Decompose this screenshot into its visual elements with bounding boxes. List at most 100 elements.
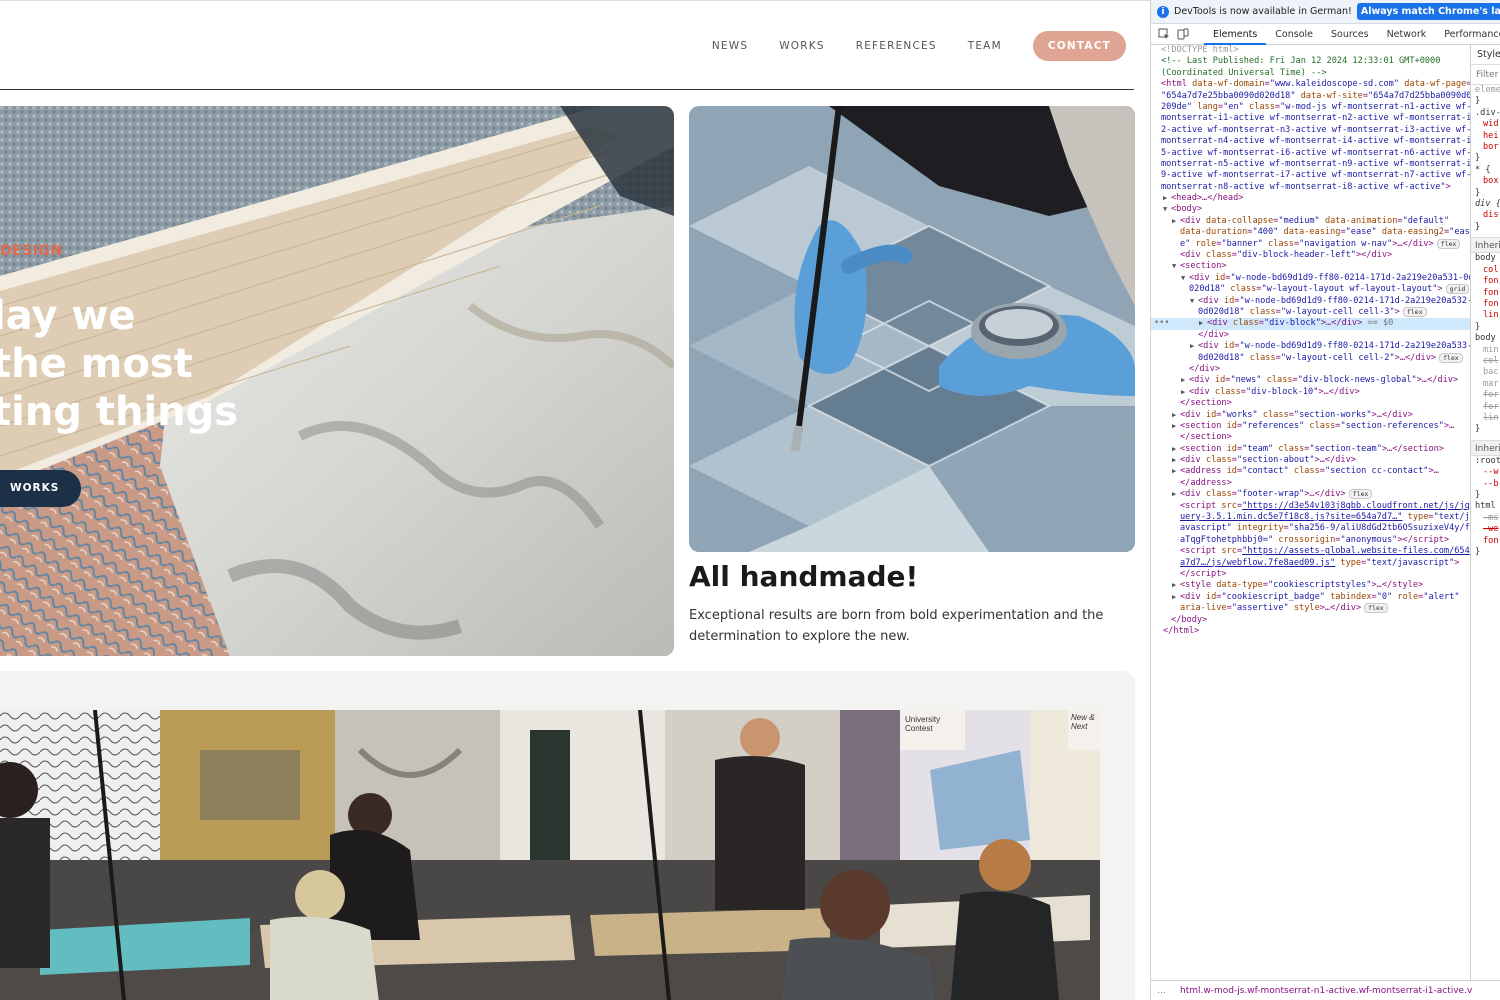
style-line: }: [1475, 153, 1481, 164]
dom-line[interactable]: (Coordinated Universal Time) -->: [1151, 68, 1471, 79]
style-line: html {: [1475, 501, 1500, 512]
dom-line[interactable]: ▶ <section id="team" class="section-team"…: [1151, 444, 1471, 455]
tab-network[interactable]: Network: [1378, 24, 1436, 45]
style-line: lin: [1483, 412, 1499, 423]
dom-line[interactable]: montserrat-n4-active wf-montserrat-i4-ac…: [1151, 136, 1471, 147]
dom-line[interactable]: ▶ <div id="w-node-bd69d1d9-ff80-0214-171d…: [1151, 341, 1471, 352]
dom-line[interactable]: ▶ <style data-type="cookiescriptstyles">……: [1151, 580, 1471, 591]
dom-line[interactable]: <div class="div-block-header-left"></div…: [1151, 250, 1471, 261]
dom-line[interactable]: ▼ <div id="w-node-bd69d1d9-ff80-0214-171d…: [1151, 273, 1471, 284]
main-navigation: NEWS WORKS REFERENCES TEAM CONTACT: [681, 31, 1126, 61]
style-line: lin: [1483, 310, 1499, 321]
style-line: dis: [1483, 210, 1499, 221]
nav-references[interactable]: REFERENCES: [856, 40, 937, 52]
always-match-language-button[interactable]: Always match Chrome's language: [1356, 3, 1500, 20]
style-line: }: [1475, 424, 1481, 435]
inherited-header: Inherit: [1471, 237, 1500, 254]
dom-line[interactable]: <!-- Last Published: Fri Jan 12 2024 12:…: [1151, 56, 1471, 67]
dom-line[interactable]: data-duration="400" data-easing="ease" d…: [1151, 227, 1471, 238]
tab-sources[interactable]: Sources: [1322, 24, 1378, 45]
dom-line[interactable]: 5-active wf-montserrat-i6-active wf-mont…: [1151, 148, 1471, 159]
dom-line[interactable]: ▶ <div data-collapse="medium" data-animat…: [1151, 216, 1471, 227]
dom-line[interactable]: ▶ <div class="div-block-10">…</div>: [1151, 387, 1471, 398]
dom-line[interactable]: ▶ <head>…</head>: [1151, 193, 1471, 204]
style-line: bor: [1483, 142, 1499, 153]
dom-line[interactable]: montserrat-n5-active wf-montserrat-n9-ac…: [1151, 159, 1471, 170]
dom-line[interactable]: ▼ <div id="w-node-bd69d1d9-ff80-0214-171d…: [1151, 296, 1471, 307]
nav-works[interactable]: WORKS: [779, 40, 825, 52]
dom-tree[interactable]: <!DOCTYPE html> <!-- Last Published: Fri…: [1151, 45, 1471, 980]
dom-line[interactable]: 0d020d18" class="w-layout-cell cell-3"> f…: [1151, 306, 1471, 318]
style-line: wid: [1483, 119, 1499, 130]
dom-line[interactable]: 2-active wf-montserrat-n3-active wf-mont…: [1151, 125, 1471, 136]
dom-line[interactable]: </address>: [1151, 478, 1471, 489]
style-line: fon: [1483, 287, 1499, 298]
dom-line[interactable]: </div>: [1151, 364, 1471, 375]
dom-line[interactable]: aria-live="assertive" style>…</div> flex: [1151, 603, 1471, 614]
nav-news[interactable]: NEWS: [712, 40, 748, 52]
dom-line[interactable]: aTqgFtohetphbbj0=" crossorigin="anonymou…: [1151, 535, 1471, 546]
dom-line[interactable]: ▶ <div class="footer-wrap">…</div> flex: [1151, 489, 1471, 500]
dom-line[interactable]: <html data-wf-domain="www.kaleidoscope-s…: [1151, 79, 1471, 90]
works-button[interactable]: WORKS: [0, 470, 81, 507]
dom-line[interactable]: 9-active wf-montserrat-i7-active wf-mont…: [1151, 170, 1471, 181]
tab-elements[interactable]: Elements: [1204, 24, 1267, 45]
dom-line[interactable]: ▼ <section>: [1151, 261, 1471, 272]
style-line: .div-b: [1475, 107, 1500, 118]
dom-line[interactable]: ▶ <div class="section-about">…</div>: [1151, 455, 1471, 466]
style-line: for: [1483, 401, 1499, 412]
dom-line[interactable]: <script src="https://assets-global.websi…: [1151, 546, 1471, 557]
dom-line[interactable]: ▶ <div id="works" class="section-works">……: [1151, 410, 1471, 421]
styles-filter-input[interactable]: Filter: [1471, 65, 1500, 85]
tab-performance[interactable]: Performance: [1435, 24, 1500, 45]
style-line: fon: [1483, 276, 1499, 287]
dom-line[interactable]: e" role="banner" class="navigation w-nav…: [1151, 238, 1471, 250]
tab-console[interactable]: Console: [1266, 24, 1322, 45]
dom-line[interactable]: montserrat-n8-active wf-montserrat-i8-ac…: [1151, 182, 1471, 193]
style-line: }: [1475, 96, 1481, 107]
dom-line[interactable]: ▶ <div id="news" class="div-block-news-gl…: [1151, 375, 1471, 386]
dom-line[interactable]: ▶ <section id="references" class="section…: [1151, 421, 1471, 432]
breadcrumb-text[interactable]: html.w-mod-js.wf-montserrat-n1-active.wf…: [1180, 986, 1472, 996]
dom-line[interactable]: avascript" integrity="sha256-9/aliU8dGd2…: [1151, 523, 1471, 534]
styles-tab[interactable]: Styles: [1471, 45, 1500, 65]
dom-line[interactable]: 209de" lang="en" class="w-mod-js wf-mont…: [1151, 102, 1471, 113]
dom-line[interactable]: ▼ <body>: [1151, 204, 1471, 215]
top-border: [0, 0, 1150, 1]
nav-team[interactable]: TEAM: [968, 40, 1002, 52]
styles-pane[interactable]: Styles Filter eleme } .div-b wid hei bor…: [1470, 45, 1500, 980]
dom-line[interactable]: montserrat-i1-active wf-montserrat-n2-ac…: [1151, 113, 1471, 124]
dom-line[interactable]: uery-3.5.1.min.dc5e7f18c8.js?site=654a7d…: [1151, 512, 1471, 523]
dom-line[interactable]: a7d7…/js/webflow.7fe8aed09.js" type="tex…: [1151, 558, 1471, 569]
dom-line[interactable]: </section>: [1151, 398, 1471, 409]
dom-line[interactable]: "654a7d7e25bba0090d020d18" data-wf-site=…: [1151, 91, 1471, 102]
website-viewport: NEWS WORKS REFERENCES TEAM CONTACT DESIG…: [0, 0, 1150, 1000]
dom-line[interactable]: <!DOCTYPE html>: [1151, 45, 1471, 56]
nav-contact-button[interactable]: CONTACT: [1032, 31, 1126, 61]
inherited-header: Inherit: [1471, 439, 1500, 456]
style-line: }: [1475, 187, 1481, 198]
style-line: fon: [1483, 298, 1499, 309]
dom-line[interactable]: </section>: [1151, 432, 1471, 443]
dom-line[interactable]: 0d020d18" class="w-layout-cell cell-2">……: [1151, 352, 1471, 364]
dom-line[interactable]: </body>: [1151, 615, 1471, 626]
handmade-image: [689, 106, 1135, 552]
style-line: -we: [1483, 524, 1499, 535]
style-line: }: [1475, 547, 1481, 558]
dom-line[interactable]: ▶ <address id="contact" class="section cc…: [1151, 466, 1471, 477]
dom-line[interactable]: 020d18" class="w-layout-layout wf-layout…: [1151, 284, 1471, 295]
dom-line[interactable]: </script>: [1151, 569, 1471, 580]
device-toolbar-icon[interactable]: [1177, 28, 1189, 40]
dom-line[interactable]: ▶ <div id="cookiescript_badge" tabindex="…: [1151, 592, 1471, 603]
dom-line[interactable]: <script src="https://d3e54v103j8qbb.clou…: [1151, 501, 1471, 512]
inspect-element-icon[interactable]: [1158, 28, 1170, 40]
style-line: bac: [1483, 367, 1499, 378]
breadcrumb-more-icon[interactable]: …: [1157, 986, 1166, 996]
dom-line[interactable]: </div>: [1151, 330, 1471, 341]
style-line: --b: [1483, 478, 1499, 489]
dom-line[interactable]: </html>: [1151, 626, 1471, 637]
style-line: -ms: [1483, 512, 1499, 523]
hero-eyebrow: DESIGN: [0, 243, 63, 259]
dom-breadcrumb[interactable]: … html.w-mod-js.wf-montserrat-n1-active.w…: [1151, 980, 1500, 1000]
dom-line-selected[interactable]: ••• ▶ <div class="div-block">…</div> == $0: [1151, 318, 1471, 330]
